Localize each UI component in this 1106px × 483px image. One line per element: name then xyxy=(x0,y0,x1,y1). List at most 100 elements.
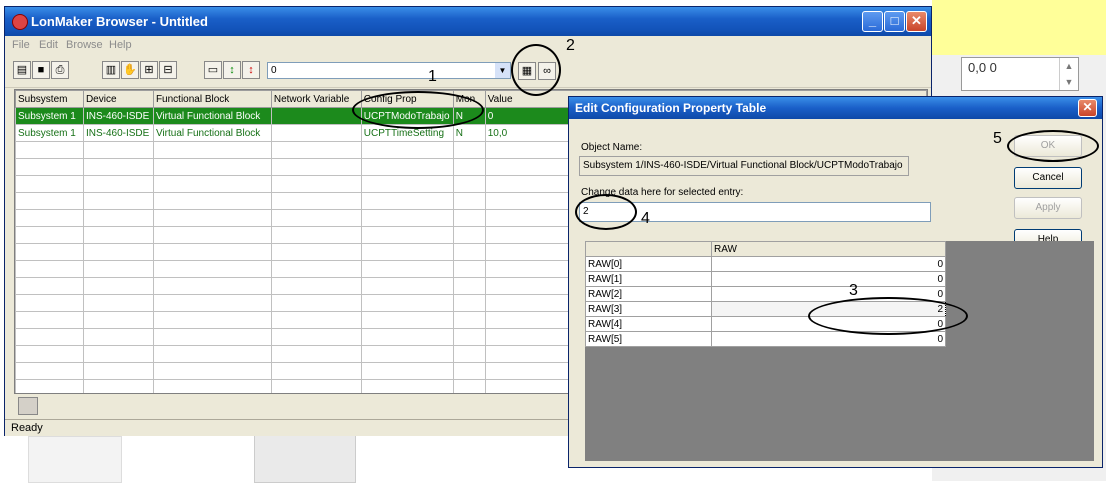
apply-button[interactable]: Apply xyxy=(1014,197,1082,219)
menu-bar: File Edit Browse Help xyxy=(5,36,931,55)
window-title: LonMaker Browser - Untitled xyxy=(31,14,208,29)
dialog-close-button[interactable]: ✕ xyxy=(1078,99,1097,117)
annotation-number-1: 1 xyxy=(428,68,437,85)
empty-cell xyxy=(270,158,362,176)
empty-cell xyxy=(452,192,486,210)
annotation-number-3: 3 xyxy=(849,282,858,299)
cell: INS-460-ISDE xyxy=(82,124,154,142)
empty-cell xyxy=(270,243,362,261)
collapse-icon[interactable]: ⊟ xyxy=(159,61,177,79)
raw-table-area: RAW RAW[0] 0 RAW[1] 0 RAW[2] 0 RAW[3] 2 RAW[… xyxy=(585,241,1094,461)
value-combo[interactable]: 0 ▼ xyxy=(267,62,511,79)
empty-cell xyxy=(15,141,84,159)
empty-cell xyxy=(360,277,454,295)
expand-icon[interactable]: ⊞ xyxy=(140,61,158,79)
raw-row-label: RAW[5] xyxy=(585,331,712,347)
empty-cell xyxy=(152,311,272,329)
sort-up-icon[interactable]: ↕ xyxy=(223,61,241,79)
empty-cell xyxy=(152,226,272,244)
folder-icon[interactable]: ▭ xyxy=(204,61,222,79)
menu-browse[interactable]: Browse xyxy=(66,39,103,51)
empty-cell xyxy=(270,277,362,295)
empty-cell xyxy=(360,260,454,278)
empty-cell xyxy=(152,379,272,393)
empty-cell xyxy=(270,260,362,278)
annotation-number-2: 2 xyxy=(566,37,575,54)
object-name-field: Subsystem 1/INS-460-ISDE/Virtual Functio… xyxy=(579,156,909,176)
save-icon[interactable]: ■ xyxy=(32,61,50,79)
empty-cell xyxy=(270,379,362,393)
annotation-number-4: 4 xyxy=(641,210,650,227)
empty-cell xyxy=(82,260,154,278)
raw-value-cell[interactable]: 0 xyxy=(711,271,946,287)
col-header-device[interactable]: Device xyxy=(82,90,154,108)
status-icon[interactable] xyxy=(18,397,38,415)
col-header-network-variable[interactable]: Network Variable xyxy=(270,90,362,108)
empty-cell xyxy=(152,192,272,210)
open-icon[interactable]: ▤ xyxy=(13,61,31,79)
raw-row-label: RAW[4] xyxy=(585,316,712,332)
spin-down-icon[interactable]: ▼ xyxy=(1060,74,1078,90)
minimize-button[interactable]: _ xyxy=(862,11,883,32)
empty-cell xyxy=(82,277,154,295)
empty-cell xyxy=(360,328,454,346)
empty-cell xyxy=(452,158,486,176)
empty-cell xyxy=(15,192,84,210)
empty-cell xyxy=(82,209,154,227)
raw-header: RAW xyxy=(711,241,946,257)
empty-cell xyxy=(82,379,154,393)
empty-cell xyxy=(270,345,362,363)
annotation-number-5: 5 xyxy=(993,130,1002,147)
menu-edit[interactable]: Edit xyxy=(39,39,58,51)
print-icon[interactable]: ⎙ xyxy=(51,61,69,79)
sort-down-icon[interactable]: ↕ xyxy=(242,61,260,79)
empty-cell xyxy=(360,294,454,312)
cancel-button[interactable]: Cancel xyxy=(1014,167,1082,189)
empty-cell xyxy=(452,328,486,346)
spin-up-icon[interactable]: ▲ xyxy=(1060,58,1078,74)
device-image-a xyxy=(28,436,122,483)
object-name-label: Object Name: xyxy=(581,142,643,153)
close-button[interactable]: ✕ xyxy=(906,11,927,32)
chart-icon[interactable]: ▥ xyxy=(102,61,120,79)
empty-cell xyxy=(15,243,84,261)
empty-cell xyxy=(360,311,454,329)
menu-file[interactable]: File xyxy=(12,39,30,51)
empty-cell xyxy=(152,362,272,380)
maximize-button[interactable]: □ xyxy=(884,11,905,32)
empty-cell xyxy=(152,175,272,193)
empty-cell xyxy=(270,294,362,312)
col-header-functional-block[interactable]: Functional Block xyxy=(152,90,272,108)
empty-cell xyxy=(360,345,454,363)
empty-cell xyxy=(270,175,362,193)
cell: Subsystem 1 xyxy=(15,107,84,125)
empty-cell xyxy=(360,209,454,227)
empty-cell xyxy=(82,141,154,159)
stop-icon[interactable]: ✋ xyxy=(121,61,139,79)
empty-cell xyxy=(15,158,84,176)
annotation-ellipse-4 xyxy=(575,194,637,230)
corner-cell xyxy=(585,241,712,257)
empty-cell xyxy=(152,243,272,261)
chevron-down-icon[interactable]: ▼ xyxy=(495,63,510,78)
value-spinner[interactable]: 0,0 0 ▲ ▼ xyxy=(961,57,1079,91)
empty-cell xyxy=(15,294,84,312)
empty-cell xyxy=(152,260,272,278)
combo-value: 0 xyxy=(271,65,277,76)
annotation-ellipse-2 xyxy=(511,44,561,96)
col-header-subsystem[interactable]: Subsystem xyxy=(15,90,84,108)
empty-cell xyxy=(452,260,486,278)
empty-cell xyxy=(15,175,84,193)
empty-cell xyxy=(15,345,84,363)
cell: N xyxy=(452,124,486,142)
cell xyxy=(270,107,362,125)
empty-cell xyxy=(82,158,154,176)
background-panel xyxy=(932,0,1106,55)
empty-cell xyxy=(152,158,272,176)
empty-cell xyxy=(15,260,84,278)
empty-cell xyxy=(15,226,84,244)
empty-cell xyxy=(360,141,454,159)
menu-help[interactable]: Help xyxy=(109,39,132,51)
empty-cell xyxy=(270,209,362,227)
raw-value-cell[interactable]: 0 xyxy=(711,256,946,272)
